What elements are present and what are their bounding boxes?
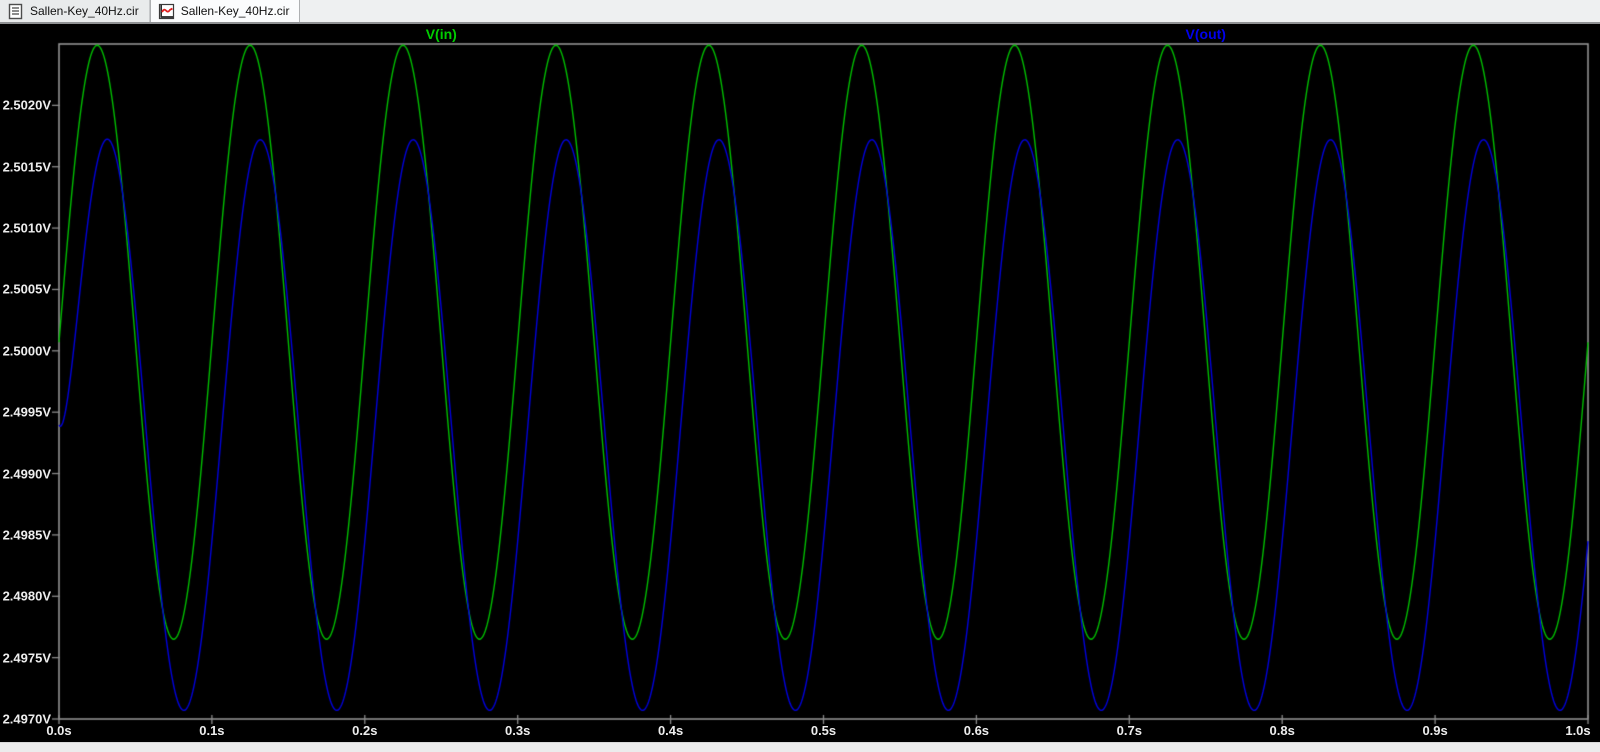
x-tick-label: 0.1s (199, 723, 225, 738)
y-tick-label: 2.5010V (2, 220, 51, 236)
y-tick-label: 2.5015V (2, 159, 51, 175)
tab-bar: Sallen-Key_40Hz.cir Sallen-Key_40Hz.cir (0, 0, 1600, 24)
netlist-document-icon (8, 3, 23, 19)
x-tick-label: 0.6s (963, 723, 990, 738)
x-tick-label: 0.7s (1116, 723, 1142, 738)
x-tick-label: 0.9s (1422, 723, 1448, 738)
y-tick-label: 2.5005V (2, 281, 51, 297)
x-tick-label: 0.8s (1269, 723, 1295, 738)
y-tick-label: 2.4985V (2, 527, 51, 543)
x-tick-label: 0.4s (657, 723, 684, 738)
tab-label: Sallen-Key_40Hz.cir (180, 4, 290, 18)
y-tick-label: 2.5000V (2, 343, 51, 359)
y-tick-label: 2.5020V (2, 97, 51, 113)
y-tick-label: 2.4975V (2, 650, 51, 666)
waveform-plot-canvas[interactable] (0, 24, 1600, 742)
waveform-plot-icon (158, 3, 174, 19)
x-tick-label: 1.0s (1565, 723, 1591, 738)
waveform-viewer: V(in) V(out) 2.5020V 2.5015V 2.5010V 2.5005… (0, 24, 1600, 742)
y-tick-label: 2.4970V (2, 711, 51, 727)
tab-netlist[interactable]: Sallen-Key_40Hz.cir (0, 0, 150, 22)
trace-label-vin[interactable]: V(in) (426, 26, 457, 42)
y-tick-label: 2.4995V (2, 404, 51, 420)
y-tick-label: 2.4980V (2, 588, 51, 604)
tab-label: Sallen-Key_40Hz.cir (30, 4, 139, 18)
x-tick-label: 0.0s (46, 723, 72, 738)
tab-waveform[interactable]: Sallen-Key_40Hz.cir (149, 0, 301, 22)
y-tick-label: 2.4990V (2, 466, 51, 482)
x-tick-label: 0.2s (352, 723, 378, 738)
x-tick-label: 0.3s (505, 723, 531, 738)
x-tick-label: 0.5s (810, 723, 837, 738)
trace-label-vout[interactable]: V(out) (1186, 26, 1226, 42)
